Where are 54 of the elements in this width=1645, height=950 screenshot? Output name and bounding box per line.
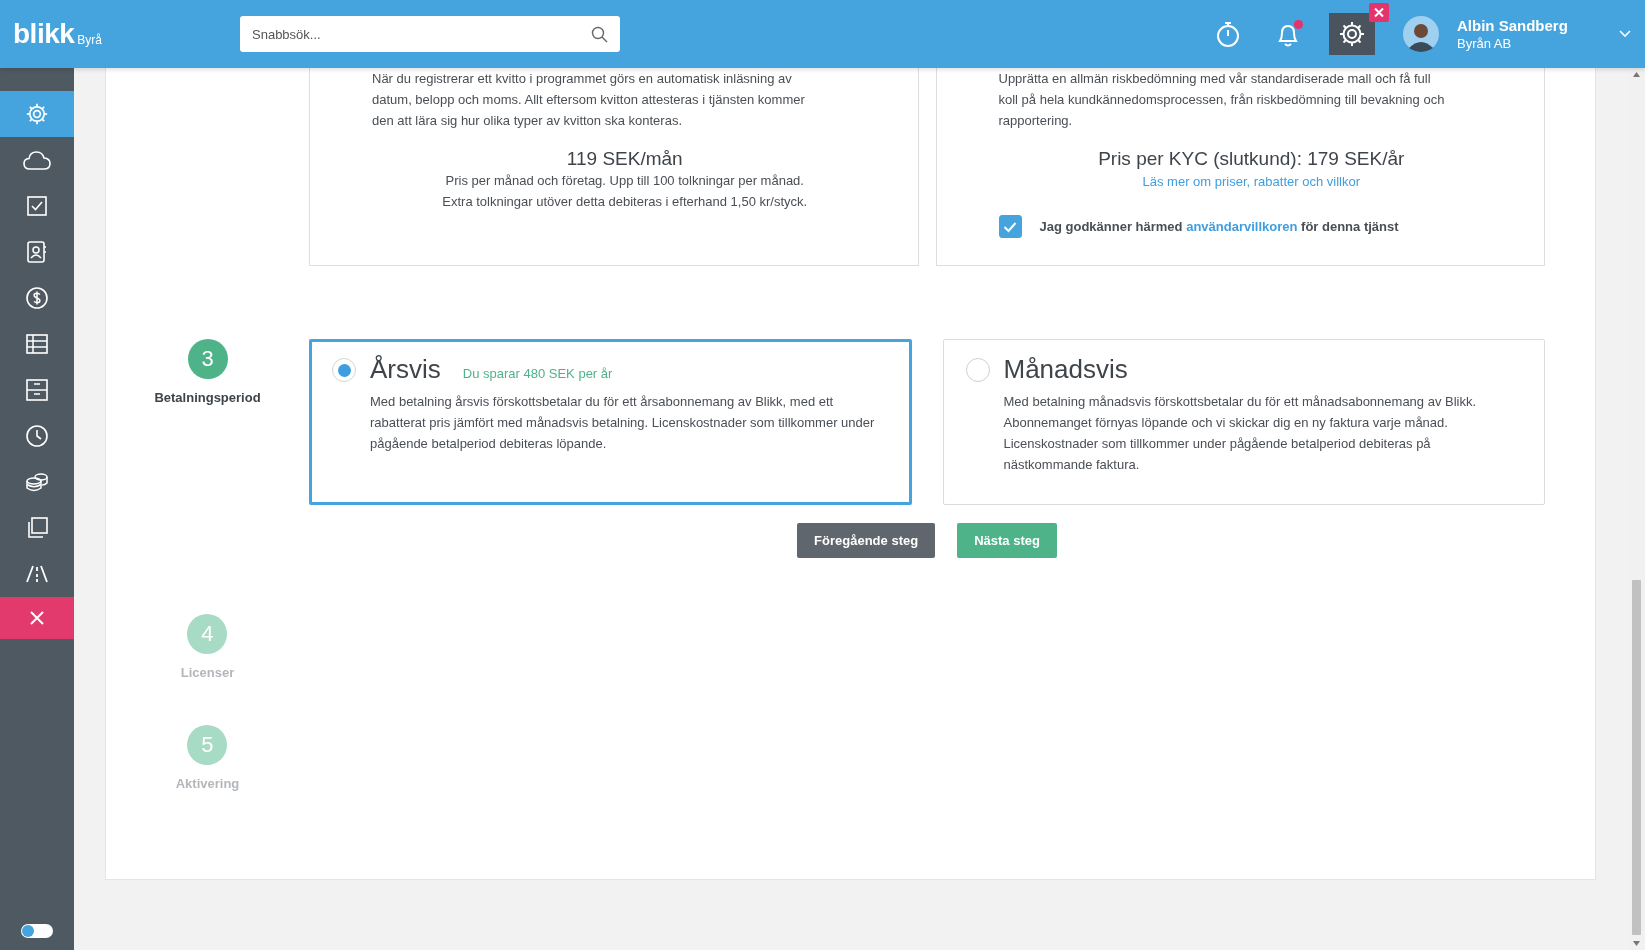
drawer-icon: [26, 379, 48, 401]
pricing-link[interactable]: Läs mer om priser, rabatter och villkor: [1142, 174, 1360, 189]
sidebar-item[interactable]: [0, 597, 74, 639]
contact-book-icon: [27, 241, 47, 263]
terms-text: Jag godkänner härmed användarvillkoren för denna tjänst: [1039, 219, 1399, 234]
user-name[interactable]: Albin Sandberg: [1457, 17, 1617, 34]
option-description: Med betalning årsvis förskottsbetalar du för ett årsabonnemang av Blikk, med ett rabatterat pris jämfört med månadsvis betalning. Licenskostnader som tillkommer under pågående betalperiod debiteras löpande.: [370, 393, 876, 453]
chevron-down-icon[interactable]: [1619, 30, 1631, 38]
stopwatch-icon[interactable]: [1215, 20, 1241, 48]
previous-step-button[interactable]: Föregående steg: [797, 523, 936, 558]
service-description: Upprätta en allmän riskbedömning med vår standardiserade mall och få full koll på hela kundkännedomsprocessen, från riskbedömning till bevakning och rapportering.: [998, 70, 1446, 130]
logo-suffix: Byrå: [77, 33, 102, 47]
close-icon: [29, 610, 45, 626]
logo-text[interactable]: blikk: [13, 19, 75, 49]
settings-icon: [26, 103, 48, 125]
savings-text: Du sparar 480 SEK per år: [462, 366, 613, 381]
payment-option-card[interactable]: [309, 339, 912, 505]
terms-checkbox[interactable]: [998, 215, 1022, 238]
scroll-up-arrow-icon[interactable]: [1633, 72, 1640, 77]
clock-icon: [26, 425, 48, 447]
step-label: Licenser: [180, 665, 235, 680]
dollar-icon: [26, 287, 48, 309]
scrollbar-thumb[interactable]: [1632, 580, 1641, 935]
company-name: Byrån AB: [1457, 36, 1513, 51]
terms-link[interactable]: användarvillkoren: [1186, 219, 1298, 234]
option-title: Årsvis: [370, 354, 441, 385]
toggle-switch[interactable]: [21, 924, 53, 938]
close-icon[interactable]: [1369, 3, 1389, 22]
checkbox-icon: [27, 196, 47, 216]
service-description: När du registrerar ett kvitto i programmet görs en automatisk inläsning av datum, belopp och moms. Allt eftersom kvitton attesteras i tjänsten kommer den att lära sig hur olika typer av kvitton ska konteras.: [372, 70, 806, 130]
step-number: 5: [187, 725, 228, 765]
option-title: Månadsvis: [1003, 354, 1128, 385]
scroll-down-arrow-icon[interactable]: [1633, 941, 1640, 946]
search-icon: [591, 26, 608, 43]
price-text: Pris per KYC (slutkund): 179 SEK/år: [1097, 148, 1406, 170]
checkmark-icon: [1003, 220, 1017, 233]
table-icon: [26, 334, 48, 354]
next-step-button[interactable]: Nästa steg: [957, 523, 1057, 558]
price-text: 119 SEK/mån: [565, 148, 684, 170]
step-label: Aktivering: [175, 776, 240, 791]
copy-icon: [26, 517, 48, 539]
price-note: Pris per månad och företag. Upp till 100 tolkningar per månad.: [444, 172, 805, 190]
settings-button[interactable]: [1329, 13, 1375, 55]
road-icon: [25, 565, 49, 583]
step-number: 3: [187, 339, 228, 379]
avatar-icon[interactable]: [1403, 16, 1439, 52]
coins-icon: [25, 472, 49, 492]
step-label: Betalningsperiod: [154, 390, 261, 405]
settings-icon: [1339, 21, 1365, 47]
step-number: 4: [187, 614, 228, 654]
cloud-icon: [23, 150, 51, 170]
option-description: Med betalning månadsvis förskottsbetalar du för ett månadsabonnemang av Blikk. Abonnemanget förnyas löpande och vi skickar dig en ny faktura varje månad. Licenskostnader som tillkommer under pågående betalperiod debiteras på nästkommande faktura.: [1003, 393, 1478, 474]
search-field[interactable]: Snabbsök...: [240, 16, 620, 52]
price-note: Extra tolkningar utöver detta debiteras i efterhand 1,50 kr/styck.: [441, 193, 809, 211]
